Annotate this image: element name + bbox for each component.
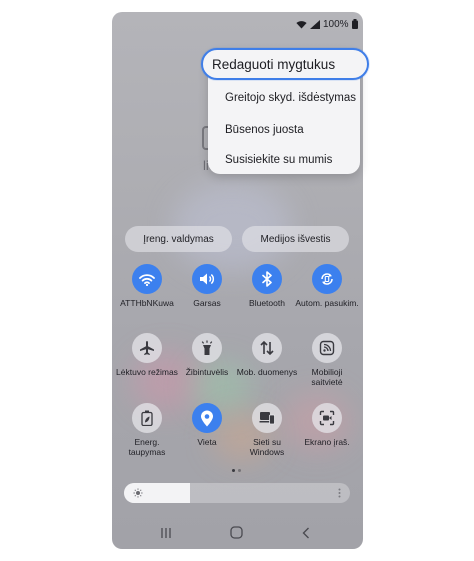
mobile-data-icon xyxy=(252,333,282,363)
tile-label: Žibintuvėlis xyxy=(185,367,229,377)
tile-label: Ekrano įraš. xyxy=(304,437,350,447)
tile-label: ATTHbNKuwa xyxy=(120,298,174,308)
airplane-icon xyxy=(132,333,162,363)
battery-percent: 100% xyxy=(323,18,349,30)
navigation-bar xyxy=(112,522,363,544)
tile-airplane-mode[interactable]: Lėktuvo režimas xyxy=(115,333,179,377)
sun-icon xyxy=(133,488,143,498)
page-dot xyxy=(238,469,241,472)
tile-label: Bluetooth xyxy=(249,298,285,308)
battery-icon xyxy=(351,19,358,29)
tile-auto-rotate[interactable]: Autom. pasukim. xyxy=(295,264,359,308)
sound-icon xyxy=(192,264,222,294)
tile-label: Garsas xyxy=(193,298,221,308)
more-options-icon[interactable] xyxy=(338,488,341,498)
power-saving-icon xyxy=(132,403,162,433)
tile-sound[interactable]: Garsas xyxy=(175,264,239,308)
tile-label: Mobilioji saitvietė xyxy=(311,367,343,387)
tile-screen-recorder[interactable]: Ekrano įraš. xyxy=(295,403,359,447)
tile-link-windows[interactable]: Sieti su Windows xyxy=(235,403,299,457)
tile-location[interactable]: Vieta xyxy=(175,403,239,447)
wifi-icon xyxy=(132,264,162,294)
menu-item-status-bar[interactable]: Būsenos juosta xyxy=(225,124,304,136)
tile-label: Autom. pasukim. xyxy=(295,298,359,308)
tile-flashlight[interactable]: Žibintuvėlis xyxy=(175,333,239,377)
link-windows-icon xyxy=(252,403,282,433)
wifi-status-icon xyxy=(296,20,307,29)
media-output-button[interactable]: Medijos išvestis xyxy=(242,226,349,252)
tile-label: Energ. taupymas xyxy=(128,437,166,457)
tile-label: Sieti su Windows xyxy=(249,437,285,457)
status-bar: 100% xyxy=(296,18,358,30)
menu-item-contact-us[interactable]: Susisiekite su mumis xyxy=(225,154,332,166)
tile-bluetooth[interactable]: Bluetooth xyxy=(235,264,299,308)
auto-rotate-icon xyxy=(312,264,342,294)
page-indicator xyxy=(232,469,241,472)
page-dot-active xyxy=(232,469,235,472)
hotspot-icon xyxy=(312,333,342,363)
tile-hotspot[interactable]: Mobilioji saitvietė xyxy=(295,333,359,387)
device-control-button[interactable]: Įreng. valdymas xyxy=(125,226,232,252)
bluetooth-icon xyxy=(252,264,282,294)
tile-wifi[interactable]: ATTHbNKuwa xyxy=(115,264,179,308)
tile-mobile-data[interactable]: Mob. duomenys xyxy=(235,333,299,377)
tile-label: Mob. duomenys xyxy=(236,367,298,377)
home-icon[interactable] xyxy=(230,526,243,544)
back-icon[interactable] xyxy=(302,526,310,544)
tile-label: Lėktuvo režimas xyxy=(116,367,178,377)
tile-label: Vieta xyxy=(197,437,217,447)
screen-recorder-icon xyxy=(312,403,342,433)
menu-item-panel-layout[interactable]: Greitojo skyd. išdėstymas xyxy=(225,92,356,104)
tile-power-saving[interactable]: Energ. taupymas xyxy=(115,403,179,457)
signal-icon xyxy=(310,19,320,29)
recent-apps-icon[interactable] xyxy=(161,526,171,544)
menu-item-edit-buttons[interactable]: Redaguoti mygtukus xyxy=(201,48,369,80)
location-icon xyxy=(192,403,222,433)
brightness-slider[interactable] xyxy=(124,483,350,503)
flashlight-icon xyxy=(192,333,222,363)
